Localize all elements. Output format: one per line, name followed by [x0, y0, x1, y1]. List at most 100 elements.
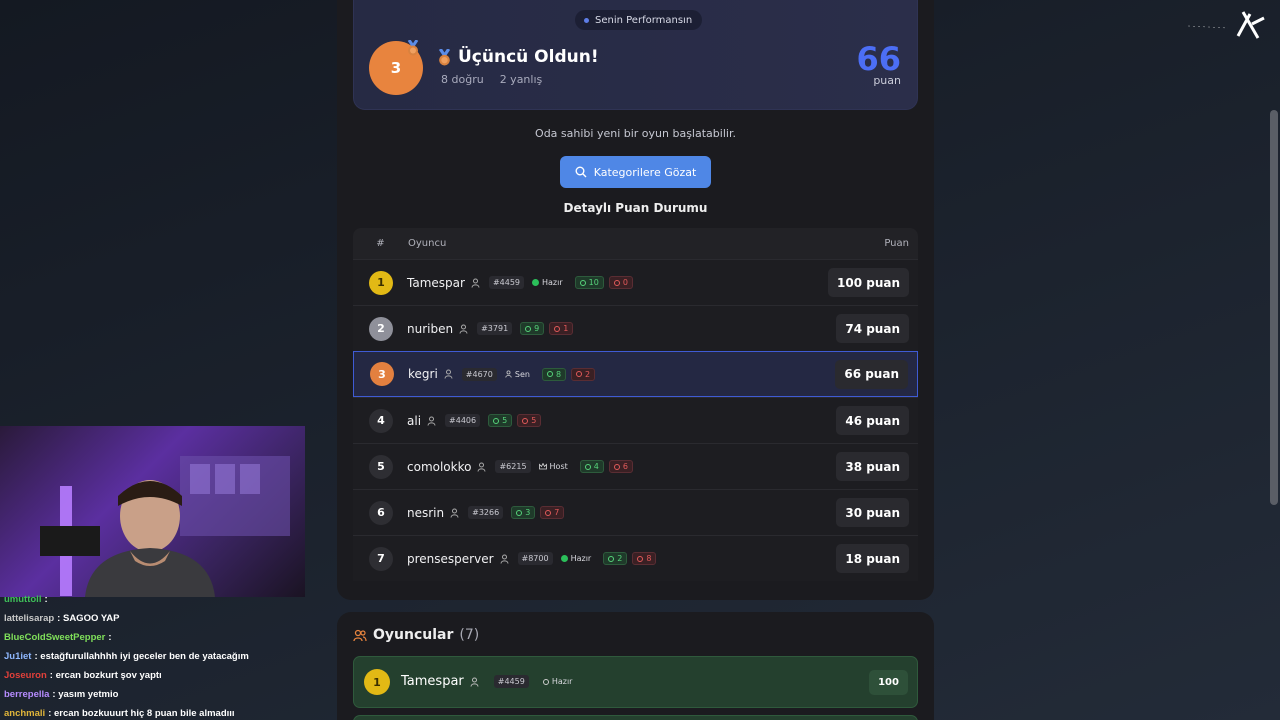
person-icon [459, 324, 468, 334]
player-card[interactable] [353, 715, 918, 720]
wrong-badge: 1 [549, 322, 574, 335]
dot-icon [584, 17, 589, 23]
search-icon [575, 166, 587, 178]
correct-count: 2 [617, 554, 623, 563]
status-badge: Hazır [532, 278, 563, 287]
check-icon [532, 279, 539, 286]
check-circle-icon [546, 371, 553, 377]
wrong-count: 2 yanlış [499, 73, 543, 86]
correct-count: 8 doğru [441, 73, 484, 86]
chat-message: lattelisarap: SAGOO YAP [4, 613, 120, 624]
x-circle-icon [576, 371, 583, 377]
table-row[interactable]: 3 kegri #4670 Sen 8 2 66 puan [353, 351, 918, 397]
x-circle-icon [554, 325, 561, 332]
check-circle-icon [493, 417, 500, 424]
player-name: nesrin [407, 505, 445, 520]
streamer-image [40, 456, 290, 597]
correct-count: 9 [534, 324, 540, 333]
chat-username[interactable]: BlueColdSweetPepper [4, 632, 105, 643]
player-tag: #4406 [445, 414, 481, 427]
score-badge: 18 puan [836, 544, 909, 573]
player-tag: #3791 [477, 322, 513, 335]
chat-text: SAGOO YAP [62, 613, 120, 624]
correct-badge: 9 [520, 322, 545, 335]
wrong-badge: 8 [632, 552, 657, 565]
check-circle-icon [584, 463, 591, 470]
page-scrollbar[interactable] [1270, 110, 1278, 505]
score-badge: 74 puan [836, 314, 909, 343]
score-badge: 100 puan [828, 268, 909, 297]
player-card-rank: 1 [364, 669, 390, 695]
score-badge: 46 puan [836, 406, 909, 435]
correct-badge: 3 [511, 506, 536, 519]
chat-message: anchmali: ercan bozkuuurt hiç 8 puan bil… [4, 708, 235, 719]
header-player: Oyuncu [408, 238, 447, 249]
chat-username[interactable]: lattelisarap [4, 613, 54, 624]
performance-stats: 8 doğru 2 yanlış [441, 73, 542, 86]
header-score: Puan [884, 238, 909, 249]
score-value: 66 [856, 40, 901, 78]
person-icon [444, 369, 453, 379]
browse-categories-button[interactable]: Kategorilere Gözat [560, 156, 711, 188]
player-tag: #6215 [495, 460, 531, 473]
player-name: Tamespar [407, 275, 465, 290]
chat-username[interactable]: anchmali [4, 708, 45, 719]
rank-badge: 5 [369, 454, 393, 479]
check-icon [560, 555, 568, 562]
player-card-status: Hazır [542, 677, 572, 686]
score-badge: 38 puan [836, 452, 909, 481]
person-icon [450, 508, 459, 518]
player-name: comolokko [407, 459, 472, 474]
crown-icon [538, 463, 547, 470]
wrong-badge: 6 [608, 460, 633, 473]
x-circle-icon [613, 463, 620, 470]
table-row[interactable]: 6 nesrin #3266 3 7 30 puan [353, 489, 918, 535]
medal-icon [438, 48, 451, 65]
player-card-tag: #4459 [493, 675, 529, 688]
wrong-count: 0 [622, 278, 628, 287]
player-tag: #3266 [468, 506, 504, 519]
performance-title: Üçüncü Oldun! [458, 47, 599, 67]
table-row[interactable]: 1 Tamespar #4459 Hazır 10 0 100 puan [353, 259, 918, 305]
player-tag: #8700 [517, 552, 553, 565]
chat-username[interactable]: Ju1iet [4, 651, 31, 662]
scoreboard-table: # Oyuncu Puan 1 Tamespar #4459 Hazır 10 … [353, 228, 918, 581]
owner-message: Oda sahibi yeni bir oyun başlatabilir. [535, 127, 736, 140]
correct-count: 10 [588, 278, 599, 287]
chat-message: Ju1iet: estağfurullahhhh iyi geceler ben… [4, 651, 249, 662]
chat-username[interactable]: berrepella [4, 689, 49, 700]
table-row[interactable]: 2 nuriben #3791 9 1 74 puan [353, 305, 918, 351]
x-circle-icon [522, 417, 529, 424]
status-badge: Host [538, 462, 568, 471]
table-row[interactable]: 4 ali #4406 5 5 46 puan [353, 397, 918, 443]
chat-username[interactable]: Joseuron [4, 670, 47, 681]
person-icon [505, 370, 512, 378]
check-circle-icon [579, 279, 586, 286]
table-header: # Oyuncu Puan [353, 228, 918, 259]
correct-badge: 4 [579, 460, 604, 473]
person-icon [470, 677, 479, 687]
player-name: prensesperver [407, 551, 494, 566]
rank-badge: 6 [369, 500, 393, 525]
chat-message: BlueColdSweetPepper: [4, 632, 115, 643]
chat-message: berrepella: yasım yetmio [4, 689, 119, 700]
chat-text: ercan bozkurt şov yaptı [55, 670, 162, 681]
wrong-count: 5 [531, 416, 537, 425]
chat-text: estağfurullahhhh iyi geceler ben de yata… [40, 651, 249, 662]
person-icon [471, 278, 480, 288]
status-label: Hazır [542, 278, 563, 287]
table-row[interactable]: 5 comolokko #6215 Host 4 6 38 puan [353, 443, 918, 489]
check-circle-icon [542, 678, 549, 685]
player-card-score: 100 [869, 670, 908, 695]
chat-text: yasım yetmio [58, 689, 119, 700]
table-row[interactable]: 7 prensesperver #8700 Hazır 2 8 18 puan [353, 535, 918, 581]
wrong-badge: 7 [540, 506, 565, 519]
correct-count: 8 [555, 369, 562, 379]
rank-badge: 7 [369, 546, 393, 571]
correct-count: 3 [525, 508, 531, 517]
chat-username[interactable]: umuttoll [4, 594, 41, 605]
rank-badge: 1 [369, 270, 393, 295]
correct-badge: 8 [541, 367, 567, 381]
player-tag: #4459 [488, 276, 524, 289]
browse-categories-label: Kategorilere Gözat [593, 165, 697, 179]
